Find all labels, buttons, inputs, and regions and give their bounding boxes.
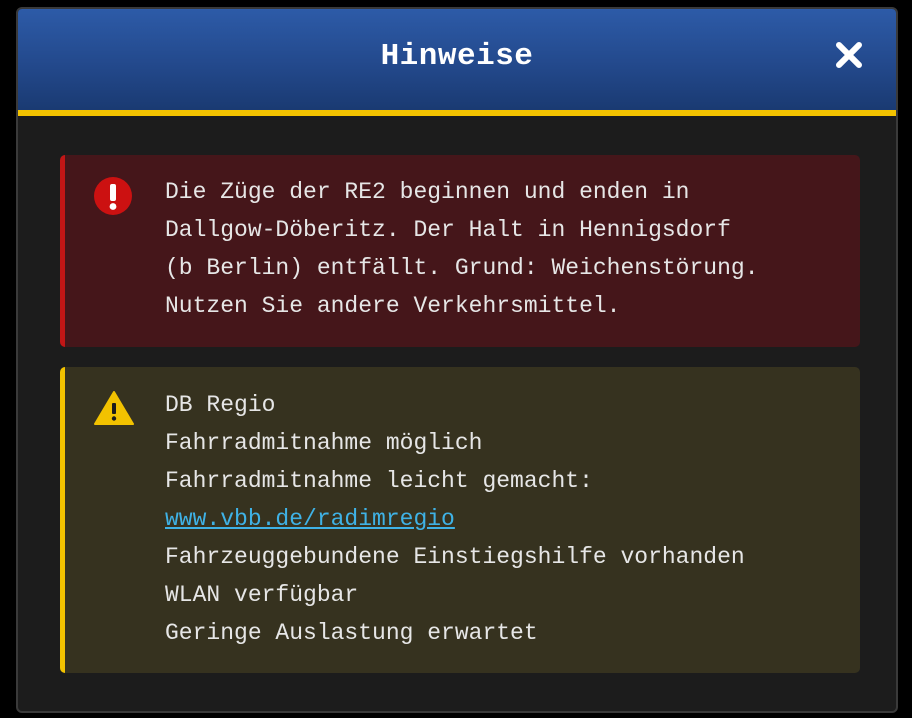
notices-dialog: Hinweise Die Züge der RE2 beginnen und e…	[16, 7, 898, 713]
error-exclamation-icon	[93, 176, 133, 229]
warning-message: DB Regio Fahrradmitnahme möglich Fahrrad…	[60, 367, 860, 673]
message-line: Dallgow-Döberitz. Der Halt in Hennigsdor…	[165, 217, 731, 243]
message-line: Fahrradmitnahme möglich	[165, 430, 483, 456]
radimregio-link[interactable]: www.vbb.de/radimregio	[165, 500, 860, 538]
warning-triangle-icon	[93, 390, 135, 439]
message-line: DB Regio	[165, 392, 276, 418]
close-button[interactable]	[834, 40, 864, 70]
error-message: Die Züge der RE2 beginnen und enden in D…	[60, 155, 860, 347]
message-line: Die Züge der RE2 beginnen und enden in	[165, 179, 690, 205]
dialog-title: Hinweise	[380, 39, 534, 74]
message-line: (b Berlin) entfällt. Grund: Weichenstöru…	[165, 255, 759, 281]
message-line: Fahrradmitnahme leicht gemacht:	[165, 468, 593, 494]
message-line: Fahrzeuggebundene Einstiegshilfe vorhand…	[165, 544, 745, 570]
message-line: WLAN verfügbar	[165, 582, 359, 608]
close-icon	[836, 42, 862, 68]
message-line: Nutzen Sie andere Verkehrsmittel.	[165, 293, 621, 319]
message-line: Geringe Auslastung erwartet	[165, 620, 538, 646]
dialog-header: Hinweise	[18, 9, 896, 116]
